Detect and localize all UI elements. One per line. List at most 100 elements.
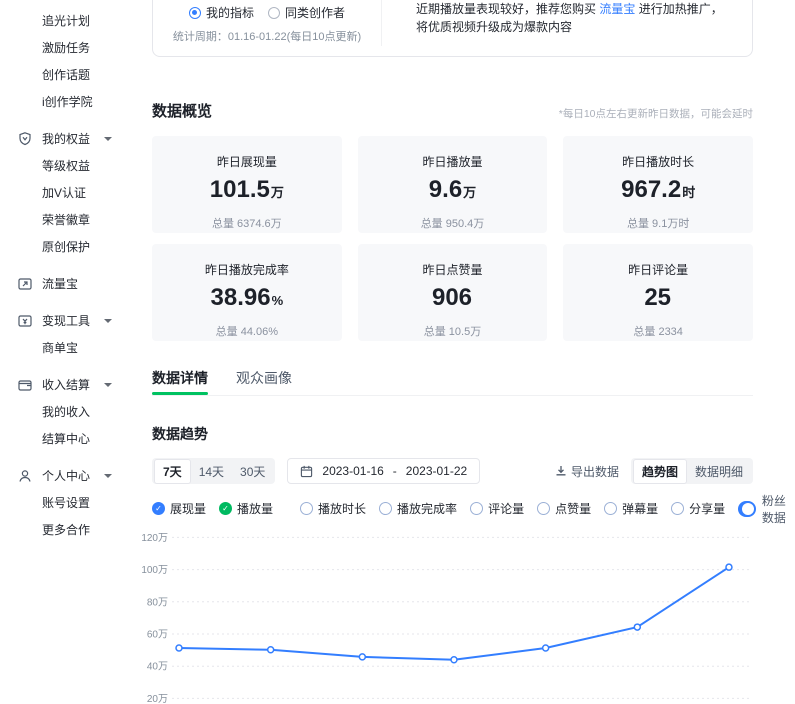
sidebar-item-label: 个人中心 <box>42 467 90 484</box>
chevron-down-icon <box>104 383 112 387</box>
detail-tabs: 数据详情 观众画像 <box>152 368 753 396</box>
sidebar-item-quanyi[interactable]: 我的权益 <box>0 125 150 152</box>
view-trend-chart-button[interactable]: 趋势图 <box>633 459 687 484</box>
radio-peer-creators[interactable]: 同类创作者 <box>268 4 345 21</box>
radio-selected-icon <box>189 7 201 19</box>
view-data-table-button[interactable]: 数据明细 <box>687 460 751 483</box>
kpi-value: 38.96 <box>211 284 271 311</box>
overview-title: 数据概览 <box>152 100 212 121</box>
export-data-button[interactable]: 导出数据 <box>555 463 619 480</box>
sidebar-item-dengji[interactable]: 等级权益 <box>0 152 150 179</box>
wallet-icon <box>17 377 33 393</box>
view-segmented-control: 趋势图 数据明细 <box>631 458 753 484</box>
fans-toggle-label: 粉丝数据 <box>762 492 790 526</box>
sidebar-item-hezuo[interactable]: 更多合作 <box>0 516 150 543</box>
legend-watch-time[interactable]: 播放时长 <box>300 500 366 517</box>
sidebar-item-label: 原创保护 <box>42 238 90 255</box>
legend-completion-rate[interactable]: 播放完成率 <box>379 500 457 517</box>
badge-icon <box>17 131 33 147</box>
legend-label: 点赞量 <box>555 500 591 517</box>
tab-data-detail[interactable]: 数据详情 <box>152 368 208 395</box>
kpi-unit: 时 <box>682 185 695 200</box>
sidebar-item-jiav[interactable]: 加V认证 <box>0 179 150 206</box>
promo-tip-text: 近期播放量表现较好，推荐您购买 <box>416 2 599 16</box>
sidebar-item-label: 更多合作 <box>42 521 90 538</box>
sidebar-item-label: 追光计划 <box>42 12 90 29</box>
kpi-label: 昨日播放时长 <box>563 153 753 170</box>
legend-label: 播放完成率 <box>397 500 457 517</box>
kpi-total: 总量 2334 <box>563 323 753 339</box>
date-separator: - <box>393 464 397 478</box>
sidebar-item-label: i创作学院 <box>42 93 93 110</box>
chevron-down-icon <box>104 319 112 323</box>
sidebar-item-jiesuan[interactable]: 结算中心 <box>0 425 150 452</box>
legend-label: 展现量 <box>170 500 206 517</box>
main-content: 我的指标 同类创作者 统计周期：01.16-01.22(每日10点更新) 近期播… <box>150 0 795 699</box>
range-14d-button[interactable]: 14天 <box>191 460 232 483</box>
kpi-value: 101.5 <box>210 176 270 203</box>
sidebar: 追光计划 激励任务 创作话题 i创作学院 我的权益 等级权益 加V认证 荣誉徽章… <box>0 0 150 699</box>
kpi-card-plays: 昨日播放量 9.6万 总量 950.4万 <box>358 136 548 233</box>
kpi-value: 906 <box>432 284 472 311</box>
metric-legend: ✓展现量 ✓播放量 播放时长 播放完成率 评论量 点赞量 弹幕量 分享量 粉丝数… <box>152 500 753 517</box>
checkbox-checked-icon: ✓ <box>152 502 165 515</box>
range-7d-button[interactable]: 7天 <box>154 459 191 484</box>
legend-likes[interactable]: 点赞量 <box>537 500 591 517</box>
range-segmented-control: 7天 14天 30天 <box>152 458 275 484</box>
sidebar-item-bianxian[interactable]: 变现工具 <box>0 307 150 334</box>
sidebar-item-label: 创作话题 <box>42 66 90 83</box>
kpi-label: 昨日播放量 <box>358 153 548 170</box>
legend-shares[interactable]: 分享量 <box>671 500 725 517</box>
sidebar-item-label: 结算中心 <box>42 430 90 447</box>
sidebar-item-jili[interactable]: 激励任务 <box>0 34 150 61</box>
sidebar-item-label: 变现工具 <box>42 312 90 329</box>
sidebar-item-label: 流量宝 <box>42 275 78 292</box>
range-30d-button[interactable]: 30天 <box>232 460 273 483</box>
trend-title: 数据趋势 <box>152 424 208 444</box>
date-range-picker[interactable]: 2023-01-16 - 2023-01-22 <box>287 458 480 484</box>
sidebar-item-label: 商单宝 <box>42 339 78 356</box>
chevron-down-icon <box>104 137 112 141</box>
download-icon <box>555 465 567 477</box>
checkbox-unchecked-icon <box>537 502 550 515</box>
scope-selector: 我的指标 同类创作者 统计周期：01.16-01.22(每日10点更新) <box>153 0 381 56</box>
sidebar-item-wodeshouru[interactable]: 我的收入 <box>0 398 150 425</box>
liuliangbao-link[interactable]: 流量宝 <box>599 2 635 16</box>
sidebar-item-huati[interactable]: 创作话题 <box>0 61 150 88</box>
svg-text:60万: 60万 <box>147 630 168 641</box>
kpi-label: 昨日播放完成率 <box>152 261 342 278</box>
legend-comments[interactable]: 评论量 <box>470 500 524 517</box>
svg-text:120万: 120万 <box>141 533 168 544</box>
sidebar-item-shouru[interactable]: 收入结算 <box>0 371 150 398</box>
date-end: 2023-01-22 <box>406 464 467 478</box>
trend-line-chart: 120万100万80万60万40万20万 <box>150 525 795 699</box>
legend-impressions[interactable]: ✓ 展现量 <box>152 500 206 517</box>
sidebar-item-yuanchuang[interactable]: 原创保护 <box>0 233 150 260</box>
legend-danmaku[interactable]: 弹幕量 <box>604 500 658 517</box>
kpi-total: 总量 6374.6万 <box>152 215 342 231</box>
legend-plays[interactable]: ✓播放量 <box>219 500 273 517</box>
sidebar-item-shangdanbao[interactable]: 商单宝 <box>0 334 150 361</box>
sidebar-item-rongyu[interactable]: 荣誉徽章 <box>0 206 150 233</box>
kpi-label: 昨日评论量 <box>563 261 753 278</box>
kpi-card-completion-rate: 昨日播放完成率 38.96% 总量 44.06% <box>152 244 342 341</box>
sidebar-item-zhanghao[interactable]: 账号设置 <box>0 489 150 516</box>
kpi-total: 总量 10.5万 <box>358 323 548 339</box>
radio-label: 我的指标 <box>206 4 254 21</box>
checkbox-checked-icon: ✓ <box>219 502 232 515</box>
radio-label: 同类创作者 <box>285 4 345 21</box>
sidebar-item-liuliangbao[interactable]: 流量宝 <box>0 270 150 297</box>
svg-text:100万: 100万 <box>141 565 168 576</box>
chevron-down-icon <box>104 474 112 478</box>
sidebar-item-xueyuan[interactable]: i创作学院 <box>0 88 150 115</box>
kpi-value: 9.6 <box>429 176 462 203</box>
tab-audience-portrait[interactable]: 观众画像 <box>236 368 292 395</box>
sidebar-item-zhuiguang[interactable]: 追光计划 <box>0 7 150 34</box>
sidebar-item-gerenzhongxin[interactable]: 个人中心 <box>0 462 150 489</box>
radio-my-metrics[interactable]: 我的指标 <box>189 4 254 21</box>
fans-data-toggle[interactable] <box>738 501 756 517</box>
trend-chart-svg: 120万100万80万60万40万20万 <box>150 525 795 699</box>
sidebar-item-label: 等级权益 <box>42 157 90 174</box>
overview-update-note: *每日10点左右更新昨日数据，可能会延时 <box>559 106 753 121</box>
tab-label: 观众画像 <box>236 370 292 386</box>
